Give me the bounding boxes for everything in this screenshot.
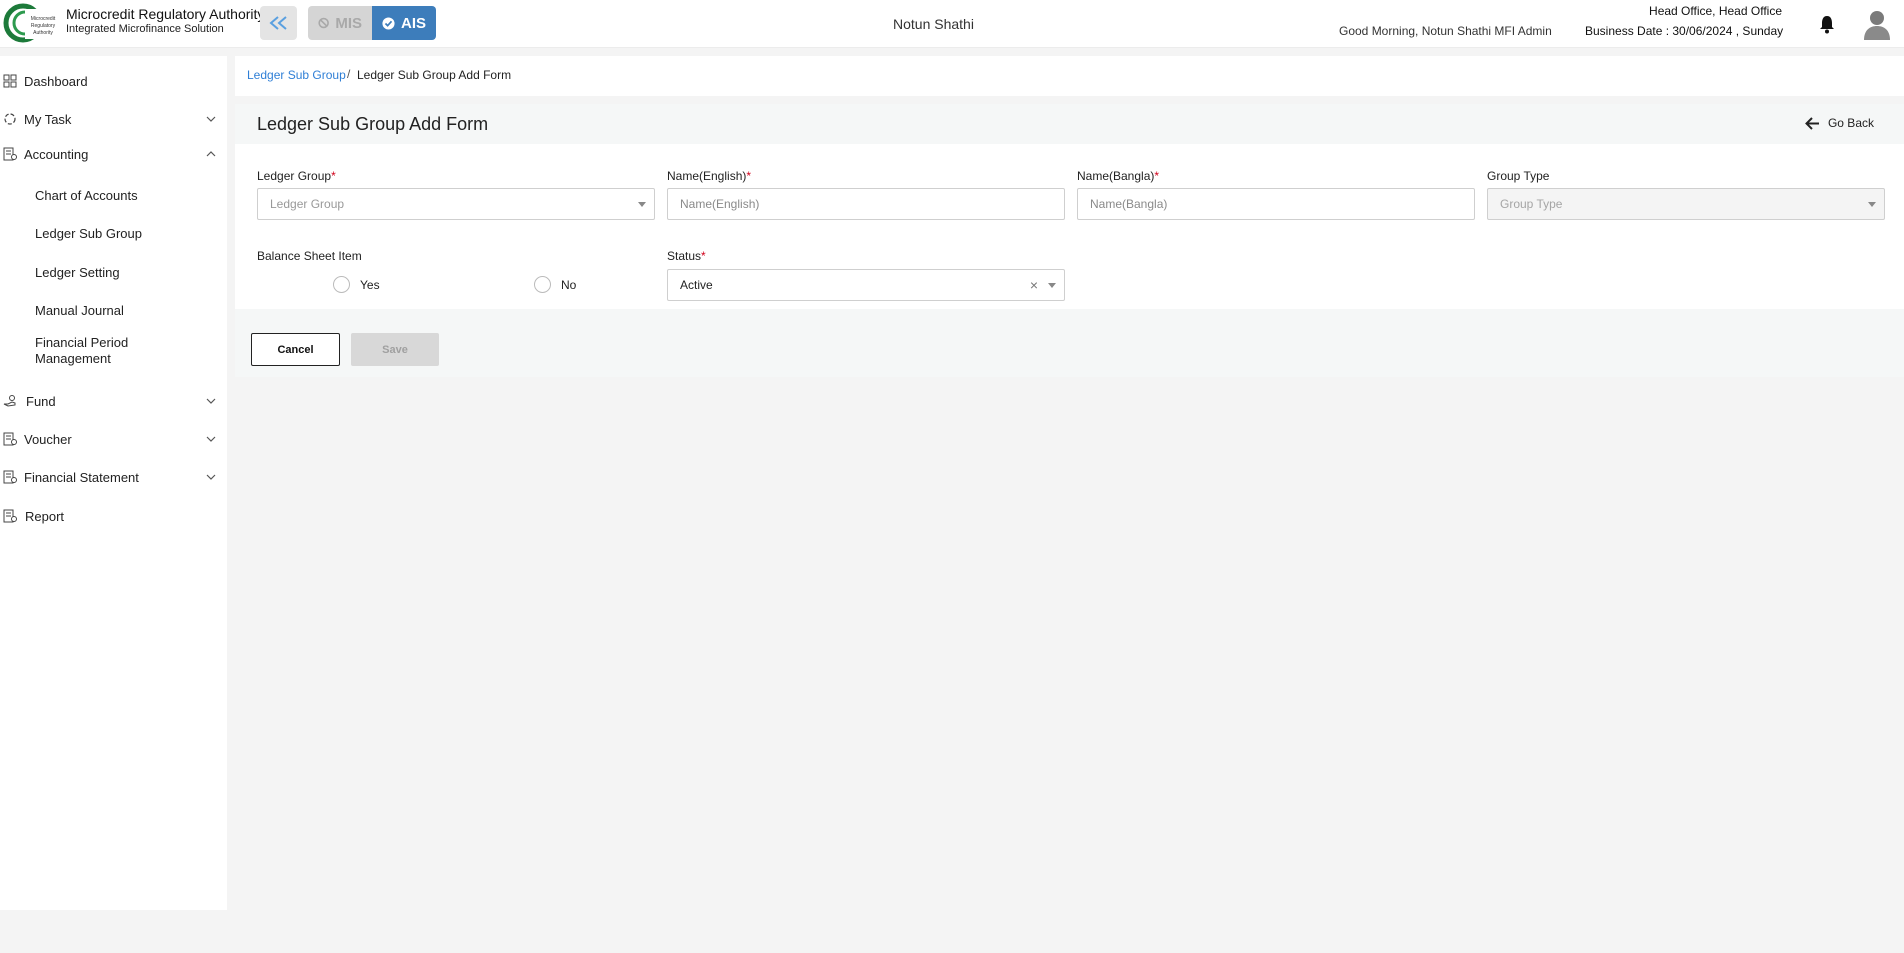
statement-icon	[3, 470, 17, 484]
group-type-placeholder: Group Type	[1500, 197, 1563, 211]
radio-circle	[534, 276, 551, 293]
status-label: Status*	[667, 249, 706, 263]
balance-sheet-no-radio[interactable]: No	[534, 276, 576, 293]
name-bangla-label: Name(Bangla)*	[1077, 169, 1159, 183]
chevron-down-icon	[206, 116, 216, 122]
mra-logo: Microcredit Regulatory Authority	[3, 3, 59, 43]
collapse-sidebar-button[interactable]	[260, 6, 297, 40]
save-button[interactable]: Save	[351, 333, 439, 366]
sidebar-item-label: Voucher	[24, 431, 72, 447]
chevron-up-icon	[206, 151, 216, 157]
report-icon	[3, 509, 17, 523]
ais-label: AIS	[400, 14, 426, 32]
task-cycle-icon	[4, 113, 16, 125]
go-back-button[interactable]: Go Back	[1805, 116, 1874, 130]
sidebar-subitem-chart-of-accounts[interactable]: Chart of Accounts	[35, 188, 138, 204]
mis-label: MIS	[335, 14, 362, 32]
chevron-down-icon	[206, 474, 216, 480]
clear-icon[interactable]: ×	[1030, 277, 1038, 293]
sidebar-item-fund[interactable]: Fund	[0, 389, 227, 413]
sidebar: Dashboard My Task Accounting Chart of Ac…	[0, 56, 227, 910]
cancel-button[interactable]: Cancel	[251, 333, 340, 366]
name-english-input[interactable]	[667, 188, 1065, 220]
ledger-sub-group-form: Ledger Sub Group Add Form Go Back Ledger…	[235, 104, 1904, 377]
form-actions: Cancel Save	[235, 309, 1904, 377]
mis-module-button[interactable]: MIS	[308, 6, 372, 40]
caret-down-icon	[1868, 202, 1876, 207]
module-switcher: MIS AIS	[308, 6, 436, 40]
sidebar-item-label: Accounting	[24, 146, 89, 162]
notification-bell-icon[interactable]	[1818, 14, 1836, 34]
go-back-label: Go Back	[1827, 116, 1874, 130]
required-mark: *	[701, 249, 706, 263]
sidebar-item-label: Report	[25, 508, 65, 524]
status-label-text: Status	[667, 249, 702, 263]
caret-down-icon	[1048, 283, 1056, 288]
status-select[interactable]: Active ×	[667, 269, 1065, 301]
ledger-group-placeholder: Ledger Group	[270, 197, 345, 211]
radio-yes-label: Yes	[360, 277, 380, 292]
group-type-select[interactable]: Group Type	[1487, 188, 1885, 220]
radio-circle	[333, 276, 350, 293]
sidebar-item-label: Fund	[26, 393, 56, 409]
user-avatar-icon[interactable]	[1862, 8, 1892, 40]
name-english-label-text: Name(English)	[667, 169, 747, 183]
voucher-icon	[3, 432, 17, 446]
name-bangla-input[interactable]	[1077, 188, 1475, 220]
sidebar-item-voucher[interactable]: Voucher	[0, 427, 227, 451]
group-type-label: Group Type	[1487, 169, 1550, 183]
organization-name: Notun Shathi	[893, 16, 974, 32]
ledger-icon	[3, 147, 17, 161]
required-mark: *	[1154, 169, 1160, 183]
sidebar-subitem-manual-journal[interactable]: Manual Journal	[35, 303, 124, 319]
chevron-down-icon	[206, 436, 216, 442]
ledger-group-select[interactable]: Ledger Group	[257, 188, 655, 220]
breadcrumb: Ledger Sub Group / Ledger Sub Group Add …	[235, 56, 1904, 96]
sidebar-item-accounting[interactable]: Accounting	[0, 142, 227, 166]
status-value: Active	[680, 278, 713, 292]
hand-money-icon	[3, 395, 16, 407]
breadcrumb-separator: /	[347, 67, 351, 81]
svg-text:Regulatory: Regulatory	[31, 23, 56, 29]
caret-down-icon	[638, 202, 646, 207]
ledger-group-label-text: Ledger Group	[257, 169, 332, 183]
sidebar-item-dashboard[interactable]: Dashboard	[0, 69, 227, 93]
ledger-group-label: Ledger Group*	[257, 169, 336, 183]
breadcrumb-link-ledger-sub-group[interactable]: Ledger Sub Group	[247, 68, 346, 82]
sidebar-item-report[interactable]: Report	[0, 504, 227, 528]
sidebar-item-label: Dashboard	[24, 73, 88, 89]
brand-subtitle: Integrated Microfinance Solution	[66, 23, 224, 35]
name-english-label: Name(English)*	[667, 169, 751, 183]
svg-text:Microcredit: Microcredit	[31, 16, 56, 22]
sidebar-item-label: Financial Statement	[24, 469, 139, 485]
balance-sheet-item-label: Balance Sheet Item	[257, 249, 362, 263]
ais-module-button[interactable]: AIS	[372, 6, 436, 40]
double-chevron-left-icon	[268, 16, 287, 30]
radio-no-label: No	[561, 277, 577, 292]
ban-icon	[318, 17, 329, 29]
office-name: Head Office, Head Office	[1649, 4, 1782, 18]
svg-text:Authority: Authority	[33, 30, 53, 36]
chevron-down-icon	[206, 398, 216, 404]
required-mark: *	[331, 169, 336, 183]
required-mark: *	[746, 169, 752, 183]
sidebar-item-label: My Task	[24, 111, 72, 127]
breadcrumb-current: Ledger Sub Group Add Form	[357, 68, 512, 82]
check-circle-icon	[382, 16, 395, 30]
sidebar-subitem-financial-period-management[interactable]: Financial Period Management	[35, 335, 165, 367]
balance-sheet-yes-radio[interactable]: Yes	[333, 276, 380, 293]
sidebar-subitem-ledger-setting[interactable]: Ledger Setting	[35, 265, 120, 281]
sidebar-item-financial-statement[interactable]: Financial Statement	[0, 465, 227, 489]
sidebar-subitem-ledger-sub-group[interactable]: Ledger Sub Group	[35, 226, 142, 242]
name-bangla-label-text: Name(Bangla)	[1077, 169, 1155, 183]
form-header: Ledger Sub Group Add Form Go Back	[235, 104, 1904, 144]
top-header: Microcredit Regulatory Authority Microcr…	[0, 0, 1904, 48]
sidebar-item-my-task[interactable]: My Task	[0, 107, 227, 131]
brand-title: Microcredit Regulatory Authority	[66, 6, 265, 22]
arrow-left-icon	[1805, 116, 1819, 130]
page-title: Ledger Sub Group Add Form	[257, 114, 489, 134]
grid-icon	[3, 74, 17, 88]
business-date: Business Date : 30/06/2024 , Sunday	[1585, 24, 1784, 38]
greeting-text: Good Morning, Notun Shathi MFI Admin	[1339, 24, 1552, 38]
